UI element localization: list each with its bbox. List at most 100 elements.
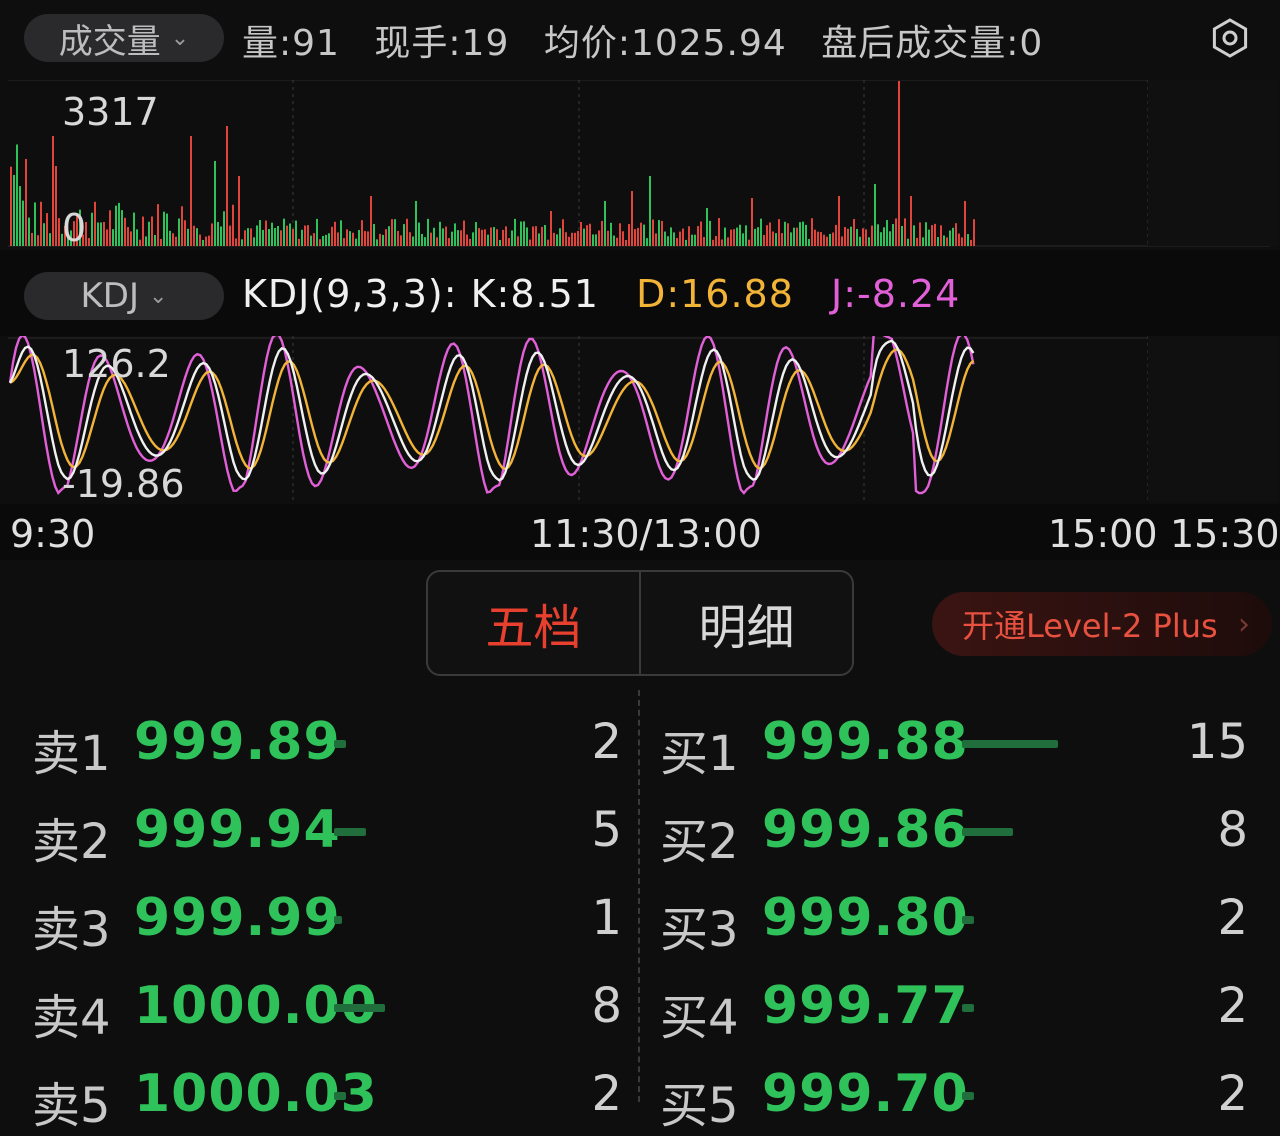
volume-bar [208,235,210,246]
volume-bar [157,204,159,246]
volume-bar [451,231,453,246]
ask-row[interactable]: 卖3 999.99 1 [32,872,622,960]
volume-bar [16,144,18,246]
bid-row[interactable]: 买1 999.88 15 [660,696,1248,784]
stat-average-price: 均价:1025.94 [543,23,787,64]
volume-chart [8,80,1278,247]
volume-bar [907,238,909,246]
volume-bar [319,239,321,246]
volume-bar [241,239,243,246]
volume-bar [574,232,576,246]
volume-bar [100,222,102,246]
volume-bar [184,220,186,246]
volume-bar [334,221,336,246]
volume-bar [895,218,897,246]
volume-bar [136,229,138,246]
level2-upgrade-button[interactable]: 开通Level-2 Plus › [932,592,1272,656]
gear-icon[interactable] [1208,16,1252,60]
indicator-selector-kdj[interactable]: KDJ ⌄ [24,272,224,320]
volume-bar [604,201,606,246]
volume-bar [277,226,279,246]
volume-bar [724,227,726,246]
ask-row[interactable]: 卖5 1000.03 2 [32,1048,622,1136]
volume-bar [301,229,303,246]
volume-bar [961,237,963,246]
volume-bar [661,220,663,246]
volume-bar [643,224,645,246]
bid-quantity: 2 [1217,1066,1248,1122]
volume-bar [178,218,180,246]
volume-bar [844,227,846,246]
tab-five-levels[interactable]: 五档 [428,572,639,674]
volume-bar [13,174,15,246]
kdj-j-value: J:-8.24 [831,272,961,316]
volume-bar [655,233,657,246]
volume-bar [478,228,480,246]
volume-bar [559,228,561,246]
volume-bar [679,231,681,246]
volume-bar [775,233,777,246]
volume-bar [463,220,465,246]
volume-bar [808,239,810,246]
indicator-selector-volume[interactable]: 成交量 ⌄ [24,14,224,62]
volume-bar [502,229,504,246]
volume-bar [346,229,348,246]
bid-row[interactable]: 买4 999.77 2 [660,960,1248,1048]
volume-bar [340,220,342,246]
volume-bar [373,223,375,246]
volume-bar [583,228,585,246]
volume-bar [214,161,216,246]
volume-bar [814,229,816,246]
volume-bar [445,226,447,246]
bid-depth-bar [962,1004,975,1012]
volume-bar [685,239,687,246]
volume-bar [229,225,231,246]
stat-volume: 量:91 [242,23,340,64]
bid-depth-bar [962,916,975,924]
volume-bar [703,237,705,246]
bid-depth-bar [962,828,1013,836]
volume-bar [568,236,570,246]
stat-current-hand: 现手:19 [374,23,510,64]
tab-details[interactable]: 明细 [639,572,852,674]
volume-bar [271,222,273,246]
volume-bar [748,239,750,246]
volume-bar [541,226,543,246]
volume-bar [967,234,969,246]
volume-bar [109,210,111,246]
volume-bar [28,217,30,246]
bid-level-label: 买1 [660,726,739,782]
volume-bar [475,222,477,246]
bid-row[interactable]: 买2 999.86 8 [660,784,1248,872]
volume-bar [640,222,642,246]
volume-bar [739,224,741,246]
volume-bar [811,218,813,246]
volume-bar [118,202,120,246]
volume-bar [751,198,753,246]
volume-bar [274,228,276,246]
volume-bar [544,225,546,246]
ask-row[interactable]: 卖4 1000.00 8 [32,960,622,1048]
volume-bar [409,232,411,246]
ask-row[interactable]: 卖1 999.89 2 [32,696,622,784]
ask-row[interactable]: 卖2 999.94 5 [32,784,622,872]
volume-bar [43,223,45,246]
volume-bar [40,201,42,246]
volume-bar [793,227,795,246]
bid-quantity: 2 [1217,978,1248,1034]
volume-bar [817,231,819,246]
volume-bar [337,232,339,246]
ask-depth-bar [334,740,347,748]
volume-bar [145,236,147,246]
kdj-k-value: K:8.51 [470,272,599,316]
bid-row[interactable]: 买3 999.80 2 [660,872,1248,960]
bid-row[interactable]: 买5 999.70 2 [660,1048,1248,1136]
volume-bar [760,218,762,246]
time-close: 15:00 [1048,512,1158,556]
volume-bar [871,225,873,246]
volume-bar [103,221,105,246]
volume-bar [22,200,24,246]
volume-bar [46,213,48,246]
volume-bar [889,231,891,246]
volume-bar [958,233,960,246]
